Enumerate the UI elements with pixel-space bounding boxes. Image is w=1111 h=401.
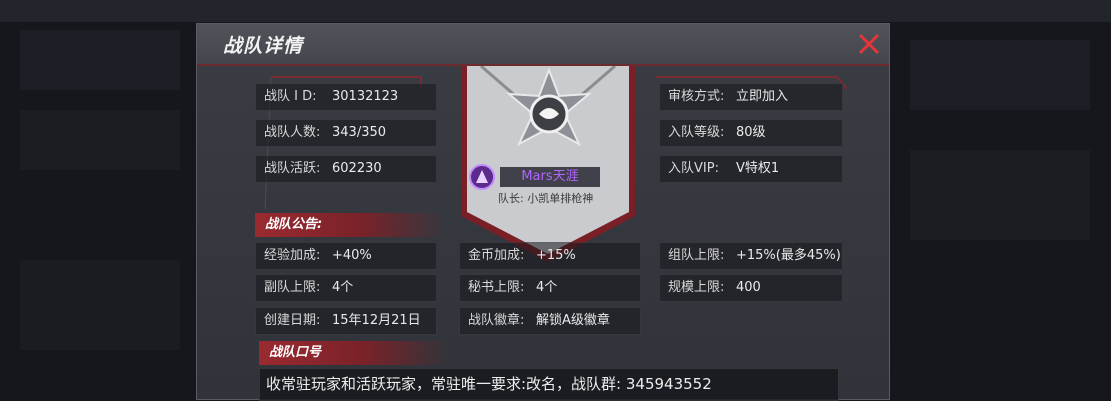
exp-bonus-value: +40% [332,248,372,263]
team-limit-field: 组队上限: +15%(最多45%) [659,242,843,270]
background-panel-left [20,30,180,90]
review-method-label: 审核方式: [668,89,725,104]
team-members-field: 战队人数: 343/350 [255,119,437,147]
team-members-value: 343/350 [332,125,387,140]
background-panel-left-3 [20,260,180,350]
review-method-value: 立即加入 [736,89,789,104]
scale-limit-label: 规模上限: [668,280,725,295]
dialog-title: 战队详情 [223,35,304,57]
join-vip-label: 入队VIP: [668,161,719,176]
join-level-label: 入队等级: [668,125,725,140]
team-limit-label: 组队上限: [668,248,725,263]
created-date-label: 创建日期: [264,313,321,328]
team-badge-value: 解锁A级徽章 [536,313,610,328]
leader-caption: 队长: 小凯单排枪神 [498,192,594,205]
close-x-icon[interactable] [857,32,881,56]
team-detail-dialog: 战队详情 战队 I D: 30132123 战队人数: 343/350 战队活跃… [196,23,890,401]
exp-bonus-field: 经验加成: +40% [255,242,437,270]
join-level-field: 入队等级: 80级 [659,119,843,147]
team-id-label: 战队 I D: [264,89,317,104]
join-vip-value: V特权1 [736,161,780,176]
leader-name[interactable]: Mars天涯 [500,167,600,187]
join-vip-field: 入队VIP: V特权1 [659,155,843,183]
join-level-value: 80级 [736,125,766,140]
team-activity-label: 战队活跃: [264,161,321,176]
review-method-field: 审核方式: 立即加入 [659,83,843,111]
secretary-limit-value: 4个 [536,280,558,295]
created-date-value: 15年12月21日 [332,313,421,328]
star-medal-icon [505,67,593,147]
background-panel-right [910,40,1090,110]
background-panel-right-2 [910,150,1090,240]
background-panel-left-2 [20,110,180,170]
scale-limit-field: 规模上限: 400 [659,274,843,302]
exp-bonus-label: 经验加成: [264,248,321,263]
team-id-field: 战队 I D: 30132123 [255,83,437,111]
background-top-strip [0,0,1111,22]
slogan-text: 收常驻玩家和活跃玩家，常驻唯一要求:改名，战队群: 345943552 [259,368,839,401]
announcement-section-title: 战队公告: [255,213,445,237]
vice-leader-limit-field: 副队上限: 4个 [255,274,437,302]
team-members-label: 战队人数: [264,125,321,140]
team-activity-value: 602230 [332,161,382,176]
team-badge-label: 战队徽章: [468,313,525,328]
secretary-limit-label: 秘书上限: [468,280,525,295]
dialog-titlebar: 战队详情 [197,24,889,66]
team-limit-value: +15%(最多45%) [736,248,841,263]
team-activity-field: 战队活跃: 602230 [255,155,437,183]
gold-bonus-label: 金币加成: [468,248,525,263]
gold-bonus-value: +15% [536,248,576,263]
vice-leader-limit-value: 4个 [332,280,354,295]
secretary-limit-field: 秘书上限: 4个 [459,274,641,302]
team-id-value: 30132123 [332,89,399,104]
scale-limit-value: 400 [736,280,761,295]
team-badge-field: 战队徽章: 解锁A级徽章 [459,307,641,335]
slogan-section-title: 战队口号 [259,341,449,365]
gold-bonus-field: 金币加成: +15% [459,242,641,270]
created-date-field: 创建日期: 15年12月21日 [255,307,437,335]
vice-leader-limit-label: 副队上限: [264,280,321,295]
leader-rank-icon [469,164,495,190]
